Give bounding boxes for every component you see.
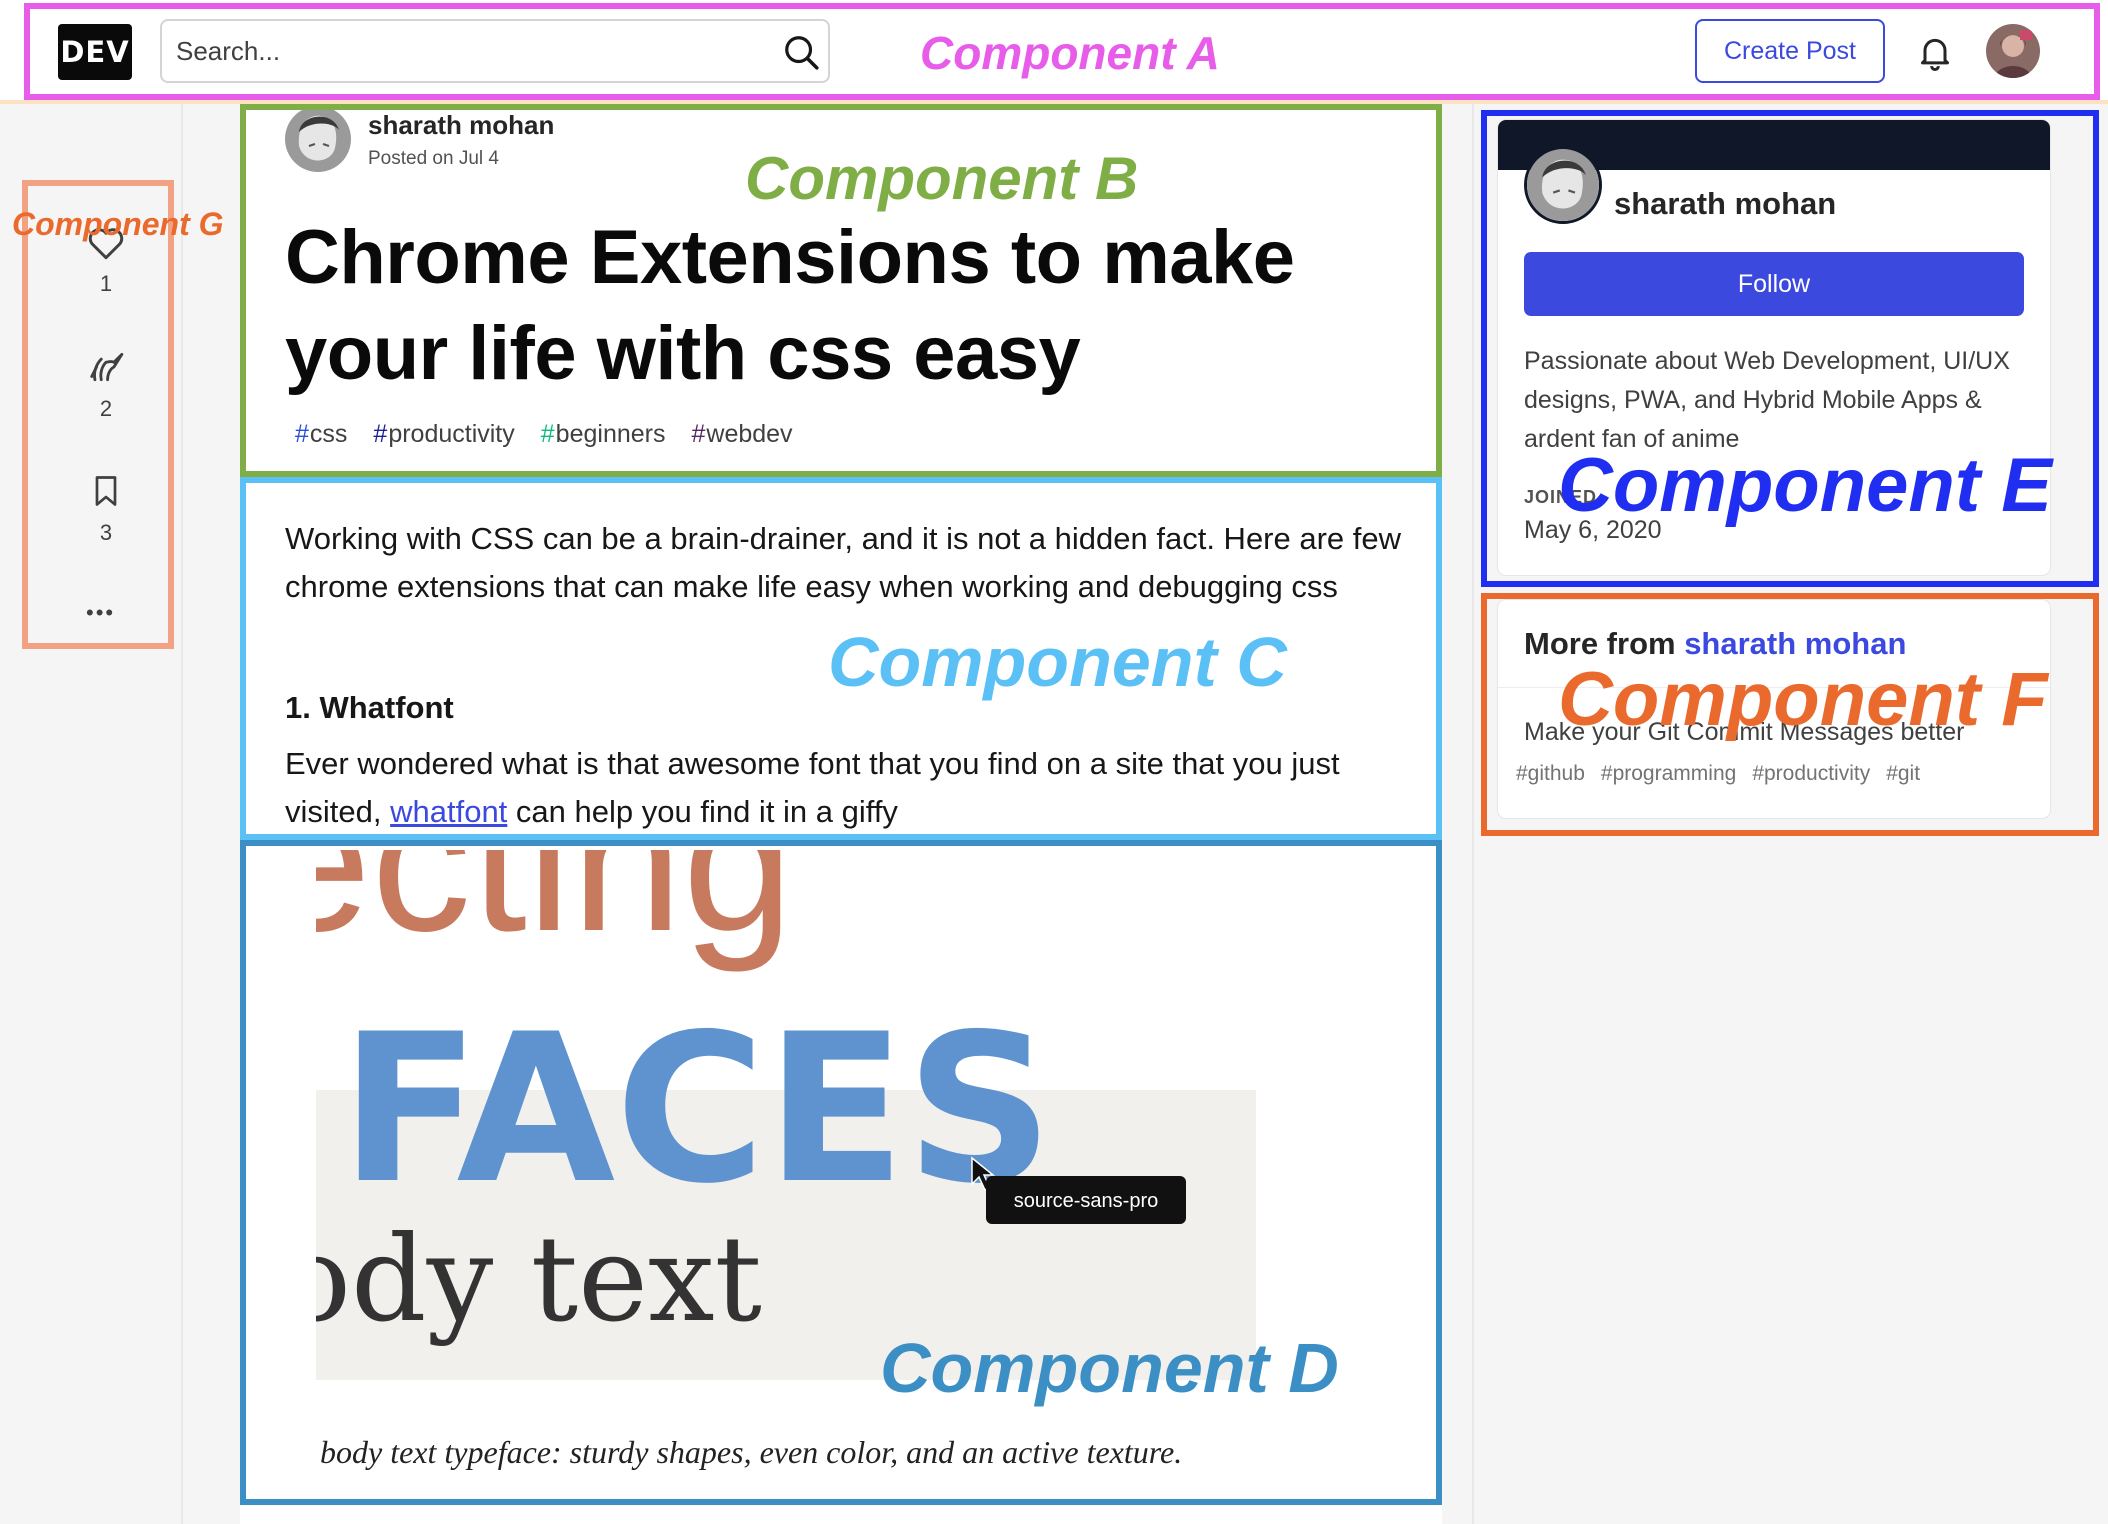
left-column-divider <box>181 104 183 1524</box>
annotation-label-e: Component E <box>1558 443 2052 528</box>
annotation-box-g <box>22 180 174 649</box>
annotation-label-f: Component F <box>1558 657 2048 742</box>
annotation-label-a: Component A <box>920 27 1220 79</box>
annotation-label-g: Component G <box>12 206 224 242</box>
right-column-divider <box>1472 104 1474 1524</box>
annotation-label-b: Component B <box>745 145 1139 212</box>
annotation-label-c: Component C <box>828 623 1287 701</box>
annotation-label-d: Component D <box>880 1329 1339 1407</box>
